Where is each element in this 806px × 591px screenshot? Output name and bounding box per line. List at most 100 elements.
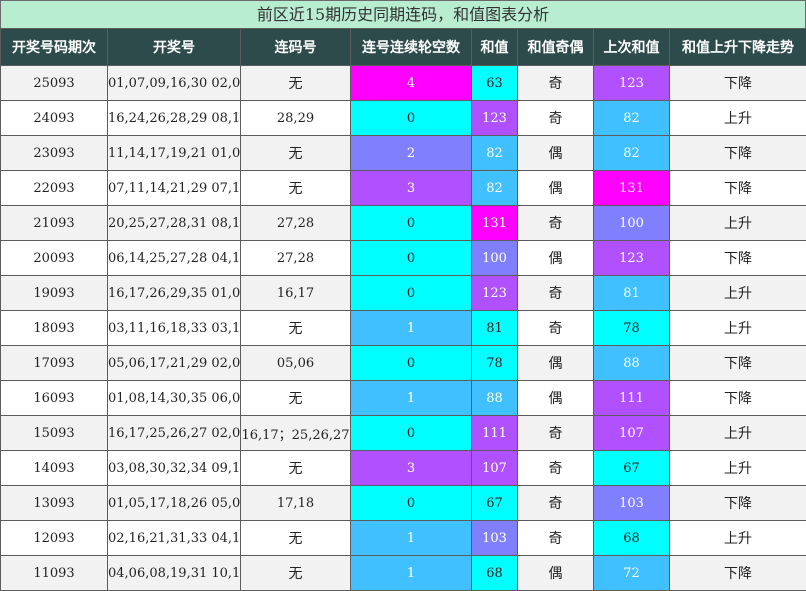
header-trend: 和值上升下降走势 — [670, 29, 806, 66]
cell-period: 22093 — [1, 171, 108, 206]
cell-period: 15093 — [1, 416, 108, 451]
cell-sum: 81 — [472, 311, 518, 346]
cell-consecutive: 无 — [241, 311, 351, 346]
cell-trend: 下降 — [670, 171, 806, 206]
cell-numbers: 06,14,25,27,28 04,11 — [108, 241, 241, 276]
cell-gap-count: 1 — [351, 381, 472, 416]
header-sum: 和值 — [472, 29, 518, 66]
cell-consecutive: 无 — [241, 451, 351, 486]
cell-numbers: 02,16,21,31,33 04,11 — [108, 521, 241, 556]
cell-numbers: 16,17,26,29,35 01,07 — [108, 276, 241, 311]
cell-numbers: 04,06,08,19,31 10,11 — [108, 556, 241, 591]
cell-parity: 偶 — [518, 136, 594, 171]
cell-sum: 82 — [472, 171, 518, 206]
cell-sum: 78 — [472, 346, 518, 381]
cell-trend: 上升 — [670, 521, 806, 556]
table-row: 1609301,08,14,30,35 06,07无188偶111下降 — [1, 381, 806, 416]
cell-prev-sum: 72 — [594, 556, 670, 591]
cell-consecutive: 无 — [241, 66, 351, 101]
cell-trend: 上升 — [670, 206, 806, 241]
table-title: 前区近15期历史同期连码，和值图表分析 — [0, 0, 806, 28]
cell-gap-count: 0 — [351, 416, 472, 451]
table-row: 2509301,07,09,16,30 02,05无463奇123下降 — [1, 66, 806, 101]
cell-sum: 103 — [472, 521, 518, 556]
cell-period: 19093 — [1, 276, 108, 311]
cell-period: 24093 — [1, 101, 108, 136]
cell-sum: 63 — [472, 66, 518, 101]
cell-sum: 123 — [472, 101, 518, 136]
cell-period: 16093 — [1, 381, 108, 416]
cell-parity: 奇 — [518, 66, 594, 101]
cell-prev-sum: 111 — [594, 381, 670, 416]
cell-prev-sum: 103 — [594, 486, 670, 521]
history-table: 开奖号码期次 开奖号 连码号 连号连续轮空数 和值 和值奇偶 上次和值 和值上升… — [0, 28, 806, 591]
cell-consecutive: 无 — [241, 556, 351, 591]
table-row: 1909316,17,26,29,35 01,0716,170123奇81上升 — [1, 276, 806, 311]
cell-parity: 偶 — [518, 556, 594, 591]
header-row: 开奖号码期次 开奖号 连码号 连号连续轮空数 和值 和值奇偶 上次和值 和值上升… — [1, 29, 806, 66]
cell-period: 18093 — [1, 311, 108, 346]
header-numbers: 开奖号 — [108, 29, 241, 66]
cell-prev-sum: 82 — [594, 136, 670, 171]
cell-numbers: 16,24,26,28,29 08,12 — [108, 101, 241, 136]
cell-trend: 上升 — [670, 416, 806, 451]
cell-sum: 82 — [472, 136, 518, 171]
cell-consecutive: 27,28 — [241, 241, 351, 276]
cell-period: 13093 — [1, 486, 108, 521]
cell-gap-count: 4 — [351, 66, 472, 101]
cell-consecutive: 28,29 — [241, 101, 351, 136]
cell-numbers: 20,25,27,28,31 08,11 — [108, 206, 241, 241]
table-row: 2209307,11,14,21,29 07,10无382偶131下降 — [1, 171, 806, 206]
cell-prev-sum: 78 — [594, 311, 670, 346]
cell-numbers: 11,14,17,19,21 01,05 — [108, 136, 241, 171]
cell-period: 23093 — [1, 136, 108, 171]
cell-parity: 奇 — [518, 206, 594, 241]
cell-parity: 偶 — [518, 381, 594, 416]
cell-numbers: 01,07,09,16,30 02,05 — [108, 66, 241, 101]
cell-period: 12093 — [1, 521, 108, 556]
cell-numbers: 01,05,17,18,26 05,07 — [108, 486, 241, 521]
cell-trend: 上升 — [670, 276, 806, 311]
cell-gap-count: 0 — [351, 346, 472, 381]
cell-trend: 上升 — [670, 311, 806, 346]
cell-gap-count: 0 — [351, 241, 472, 276]
cell-parity: 偶 — [518, 241, 594, 276]
table-row: 1109304,06,08,19,31 10,11无168偶72下降 — [1, 556, 806, 591]
cell-consecutive: 无 — [241, 521, 351, 556]
cell-consecutive: 17,18 — [241, 486, 351, 521]
cell-period: 25093 — [1, 66, 108, 101]
table-row: 1309301,05,17,18,26 05,0717,18067奇103下降 — [1, 486, 806, 521]
cell-trend: 下降 — [670, 381, 806, 416]
cell-prev-sum: 82 — [594, 101, 670, 136]
cell-sum: 107 — [472, 451, 518, 486]
page: 前区近15期历史同期连码，和值图表分析 开奖号码期次 开奖号 连码号 连号连续轮… — [0, 0, 806, 590]
cell-gap-count: 0 — [351, 486, 472, 521]
cell-gap-count: 0 — [351, 101, 472, 136]
cell-consecutive: 05,06 — [241, 346, 351, 381]
cell-parity: 奇 — [518, 486, 594, 521]
cell-trend: 上升 — [670, 451, 806, 486]
cell-trend: 下降 — [670, 66, 806, 101]
cell-parity: 偶 — [518, 346, 594, 381]
cell-consecutive: 无 — [241, 381, 351, 416]
cell-prev-sum: 123 — [594, 66, 670, 101]
cell-parity: 奇 — [518, 416, 594, 451]
cell-sum: 111 — [472, 416, 518, 451]
cell-gap-count: 2 — [351, 136, 472, 171]
table-row: 2109320,25,27,28,31 08,1127,280131奇100上升 — [1, 206, 806, 241]
table-row: 1209302,16,21,31,33 04,11无1103奇68上升 — [1, 521, 806, 556]
cell-gap-count: 1 — [351, 311, 472, 346]
cell-sum: 68 — [472, 556, 518, 591]
cell-consecutive: 无 — [241, 171, 351, 206]
cell-prev-sum: 123 — [594, 241, 670, 276]
table-row: 1809303,11,16,18,33 03,11无181奇78上升 — [1, 311, 806, 346]
header-gap-count: 连号连续轮空数 — [351, 29, 472, 66]
table-row: 2309311,14,17,19,21 01,05无282偶82下降 — [1, 136, 806, 171]
cell-numbers: 01,08,14,30,35 06,07 — [108, 381, 241, 416]
cell-trend: 下降 — [670, 556, 806, 591]
cell-numbers: 03,08,30,32,34 09,11 — [108, 451, 241, 486]
table-row: 1509316,17,25,26,27 02,0416,17；25,26,270… — [1, 416, 806, 451]
cell-gap-count: 3 — [351, 171, 472, 206]
cell-period: 21093 — [1, 206, 108, 241]
table-row: 1709305,06,17,21,29 02,0405,06078偶88下降 — [1, 346, 806, 381]
